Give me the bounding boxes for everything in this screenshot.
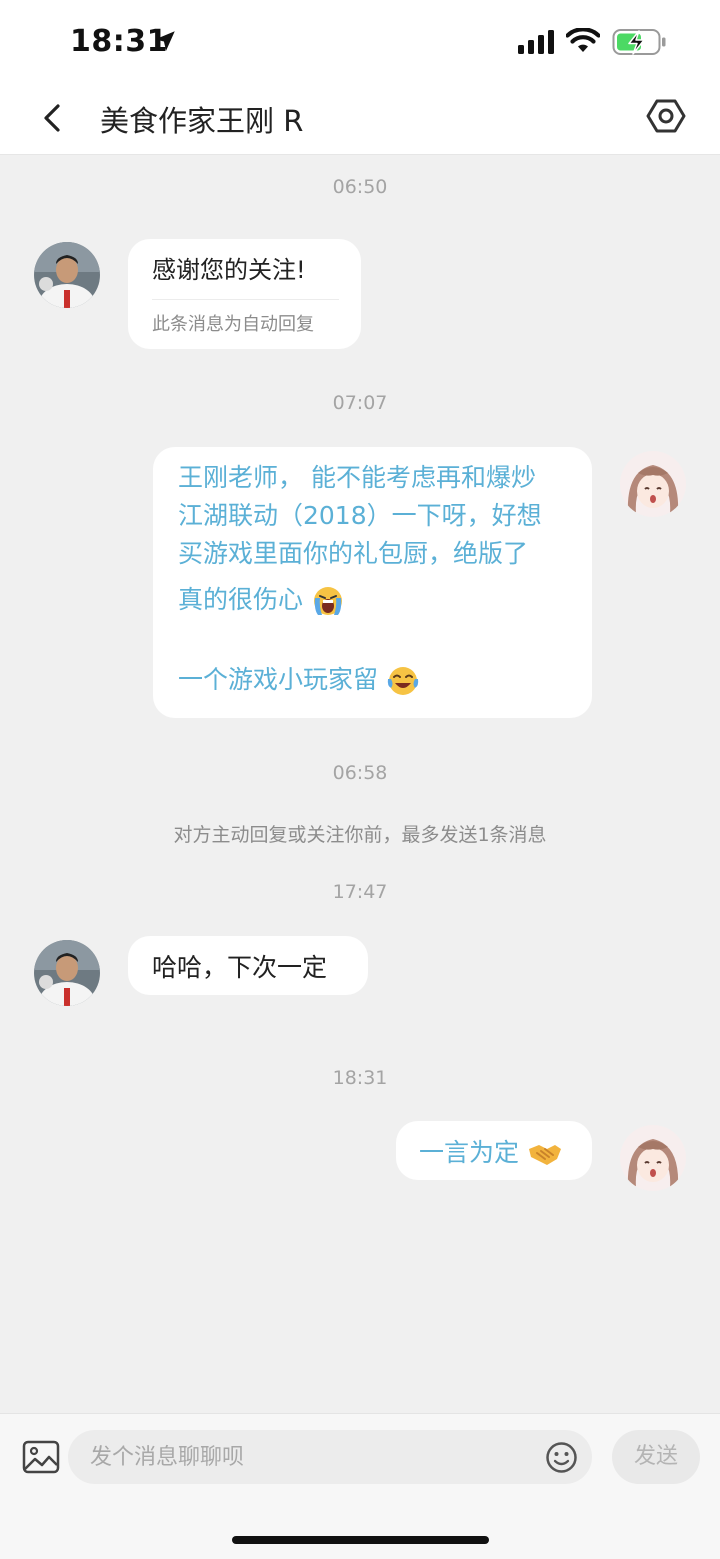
location-arrow-icon	[155, 31, 175, 51]
home-indicator[interactable]	[232, 1536, 489, 1544]
message-line: 王刚老师， 能不能考虑再和爆炒	[178, 463, 536, 492]
message-line: 江湖联动（2018）一下呀，好想	[178, 501, 542, 530]
message-text: 一言为定	[419, 1138, 520, 1167]
timestamp: 06:58	[332, 762, 388, 784]
message-line: 真的很伤心	[178, 585, 304, 614]
timestamp: 17:47	[332, 881, 388, 903]
chat-title: 美食作家王刚 R	[100, 104, 304, 138]
message-line: 一个游戏小玩家留	[178, 665, 379, 694]
settings-hex-icon[interactable]	[646, 96, 686, 136]
timestamp: 06:50	[332, 176, 388, 198]
message-input[interactable]	[68, 1430, 592, 1484]
divider	[152, 299, 339, 300]
my-avatar[interactable]	[620, 1125, 686, 1191]
avatar[interactable]	[34, 242, 100, 308]
chat-header: 美食作家王刚 R	[0, 82, 720, 155]
wifi-icon	[566, 28, 600, 52]
handshake-emoji	[528, 1145, 561, 1165]
received-message[interactable]: 哈哈，下次一定	[128, 936, 368, 995]
status-bar: 18:31	[0, 0, 720, 82]
sent-message[interactable]: 王刚老师， 能不能考虑再和爆炒 江湖联动（2018）一下呀，好想 买游戏里面你的…	[153, 447, 592, 718]
received-message[interactable]: 感谢您的关注! 此条消息为自动回复	[128, 239, 361, 349]
tears-of-joy-emoji	[387, 667, 419, 695]
chat-area[interactable]: 06:50 感谢您的关注! 此条消息为自动回复 07:07 王刚老师， 能不能考…	[0, 155, 720, 1413]
crying-emoji	[313, 587, 342, 615]
back-chevron-icon[interactable]	[36, 98, 72, 138]
signal-icon	[518, 30, 554, 54]
my-avatar[interactable]	[620, 451, 686, 517]
message-line-with-emoji: 一个游戏小玩家留	[178, 661, 574, 699]
sent-message[interactable]: 一言为定	[396, 1121, 592, 1180]
timestamp: 07:07	[332, 392, 388, 414]
message-limit-notice: 对方主动回复或关注你前，最多发送1条消息	[173, 824, 547, 846]
battery-charging-icon	[612, 29, 666, 55]
message-line: 买游戏里面你的礼包厨，绝版了	[178, 539, 529, 568]
message-line-with-emoji: 真的很伤心	[178, 581, 574, 619]
timestamp: 18:31	[332, 1067, 388, 1089]
send-button[interactable]: 发送	[612, 1430, 700, 1484]
emoji-icon[interactable]	[545, 1441, 578, 1474]
image-icon[interactable]	[22, 1440, 60, 1474]
message-text: 感谢您的关注!	[152, 256, 306, 284]
message-text: 哈哈，下次一定	[152, 953, 328, 982]
composer-bar: 发送	[0, 1413, 720, 1559]
avatar[interactable]	[34, 940, 100, 1006]
auto-reply-note: 此条消息为自动回复	[152, 314, 314, 335]
